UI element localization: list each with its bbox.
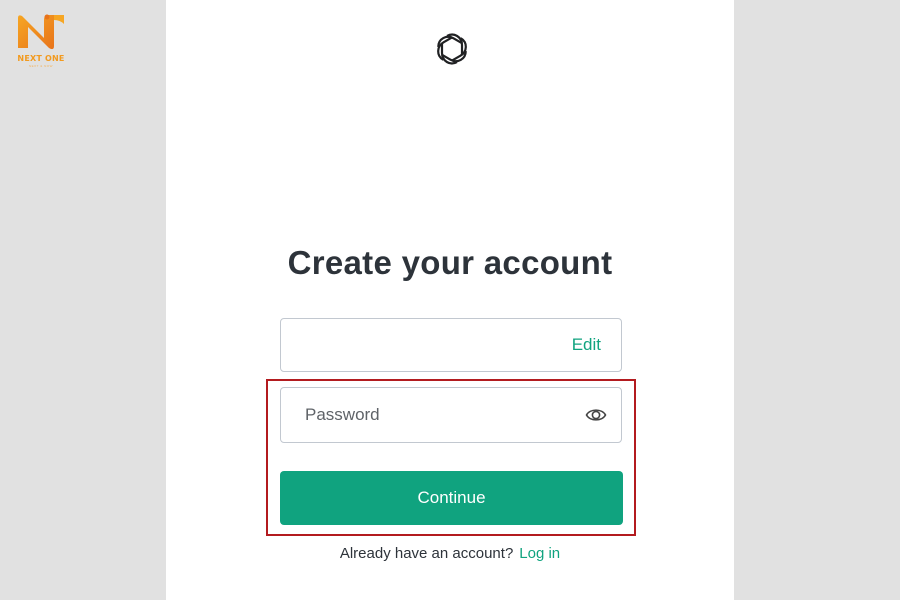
continue-button[interactable]: Continue [280, 471, 623, 525]
password-field[interactable] [280, 387, 622, 443]
login-link[interactable]: Log in [519, 545, 560, 562]
eye-icon[interactable] [585, 405, 607, 425]
brand-tagline: NEXT & NOW [29, 64, 53, 68]
brand-name: NEXT ONE [17, 54, 65, 63]
brand-logo: NEXT ONE NEXT & NOW [10, 12, 72, 72]
openai-logo-icon [437, 33, 467, 65]
password-input[interactable] [281, 388, 581, 442]
login-prompt: Already have an account? Log in [166, 545, 734, 562]
page-title: Create your account [287, 244, 613, 281]
signup-panel: Create your account Edit Continue Alread… [166, 0, 734, 600]
login-prompt-text: Already have an account? [339, 545, 514, 562]
email-field[interactable]: Edit [280, 318, 622, 372]
edit-email-link[interactable]: Edit [572, 335, 601, 355]
brand-mark-icon [18, 14, 64, 50]
